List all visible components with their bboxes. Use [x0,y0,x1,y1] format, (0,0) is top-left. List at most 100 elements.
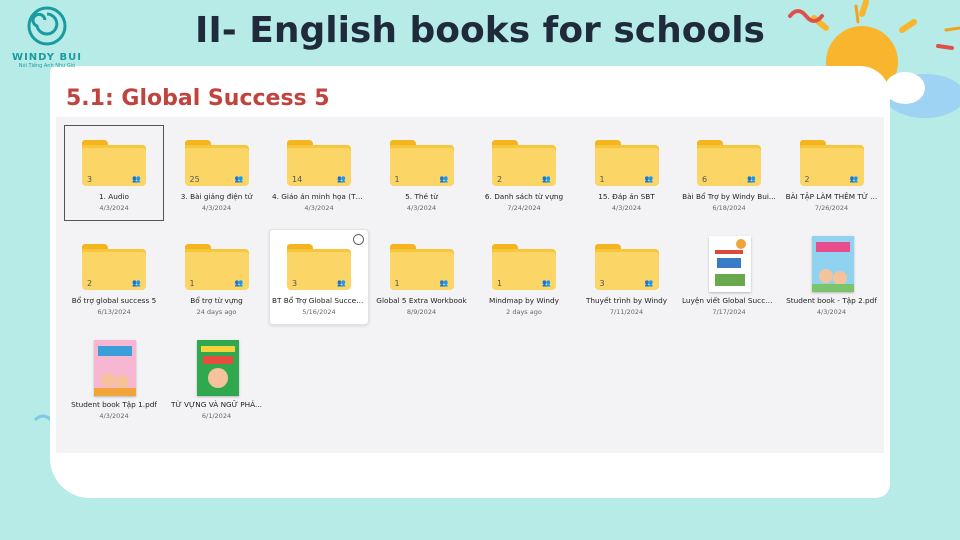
item-count: 1 [189,279,195,288]
item-count: 3 [599,279,605,288]
folder-item[interactable]: 2 👥 Bổ trợ global success 5 6/13/2024 [64,229,164,325]
folder-item[interactable]: 1 👥 15. Đáp án SBT 4/3/2024 [577,125,677,221]
item-date: 5/16/2024 [302,308,336,316]
cloud-icon [885,72,960,118]
item-name: 3. Bài giảng điện tử [180,192,253,201]
item-name: Bài Bổ Trợ by Windy Bui... [682,192,776,201]
shared-icon: 👥 [542,175,551,183]
folder-icon: 1 👥 [389,244,454,290]
item-name: 5. Thẻ từ [405,192,438,201]
item-date: 4/3/2024 [99,412,129,420]
item-date: 2 days ago [506,308,542,316]
folder-icon: 14 👥 [287,140,351,186]
item-date: 4/3/2024 [816,308,847,316]
item-count: 1 [394,279,400,288]
file-thumbnail-icon [811,236,854,292]
file-explorer-pane: 3 👥 1. Audio 4/3/2024 25 👥 3. Bài giảng điện t… [56,117,884,453]
folder-icon: 3 👥 [287,244,351,290]
item-count: 6 [702,175,708,184]
folder-icon: 2 👥 [82,244,146,290]
file-item[interactable]: TỪ VỰNG VÀ NGỮ PHÁ... 6/1/2024 [167,333,267,429]
shared-icon: 👥 [747,175,756,183]
section-subtitle: 5.1: Global Success 5 [66,86,330,111]
brand-tagline: Nói Tiếng Anh Như Gió [18,63,76,69]
folder-item[interactable]: 14 👥 4. Giáo án minh họa (Th... 4/3/2024 [269,125,369,221]
folder-item[interactable]: 25 👥 3. Bài giảng điện tử 4/3/2024 [167,125,267,221]
item-count: 2 [497,175,503,184]
item-count: 2 [804,175,810,184]
item-count: 1 [394,175,400,184]
item-date: 6/13/2024 [97,308,131,316]
folder-item[interactable]: 1 👥 Mindmap by Windy 2 days ago [474,229,574,325]
shared-icon: 👥 [439,279,449,287]
item-count: 1 [497,279,503,288]
item-date: 4/3/2024 [201,204,232,212]
file-thumbnail-icon [196,340,239,396]
folder-item[interactable]: 3 👥 Thuyết trình by Windy 7/11/2024 [577,229,677,325]
folder-icon: 1 👥 [389,140,454,186]
file-item[interactable]: Luyện viết Global Succe... 7/17/2024 [679,229,779,325]
shared-icon: 👥 [234,279,244,287]
item-date: 6/18/2024 [712,204,746,212]
shared-icon: 👥 [542,279,551,287]
item-count: 14 [292,175,303,184]
folder-icon: 2 👥 [492,140,556,186]
item-date: 4/3/2024 [611,204,642,212]
folder-icon: 6 👥 [697,140,761,186]
folder-icon: 3 👥 [82,140,146,186]
item-count: 3 [87,175,93,184]
item-count: 3 [292,279,298,288]
select-checkbox[interactable] [353,234,364,245]
file-item[interactable]: Student book Tập 1.pdf 4/3/2024 [64,333,164,429]
file-thumbnail-icon [709,236,751,292]
item-name: 15. Đáp án SBT [598,192,655,201]
folder-item[interactable]: 3 👥 1. Audio 4/3/2024 [64,125,164,221]
item-date: 6/1/2024 [201,412,232,420]
item-name: BT Bổ Trợ Global Succes... [272,296,366,305]
folder-item[interactable]: 6 👥 Bài Bổ Trợ by Windy Bui... 6/18/2024 [679,125,779,221]
folder-item[interactable]: 2 👥 BÀI TẬP LÀM THÊM TỪ ... 7/26/2024 [782,125,882,221]
shared-icon: 👥 [644,279,654,287]
item-name: 6. Danh sách từ vựng [484,192,564,201]
folder-item[interactable]: 1 👥 5. Thẻ từ 4/3/2024 [372,125,472,221]
file-item[interactable]: Student book - Tập 2.pdf 4/3/2024 [782,229,882,325]
item-name: Global 5 Extra Workbook [376,296,467,305]
item-name: Student book - Tập 2.pdf [786,296,877,305]
folder-icon: 2 👥 [799,140,864,186]
folder-icon: 1 👥 [492,244,556,290]
item-count: 25 [189,175,200,184]
item-name: Student book Tập 1.pdf [71,400,157,409]
item-name: TỪ VỰNG VÀ NGỮ PHÁ... [171,400,262,409]
file-thumbnail-icon [94,340,136,396]
item-date: 8/9/2024 [406,308,437,316]
folder-item[interactable]: 1 👥 Global 5 Extra Workbook 8/9/2024 [372,229,472,325]
folder-icon: 1 👥 [184,244,249,290]
shared-icon: 👥 [849,175,859,183]
item-date: 4/3/2024 [304,204,334,212]
folder-item[interactable]: 1 👥 Bổ trợ từ vựng 24 days ago [167,229,267,325]
shared-icon: 👥 [644,175,654,183]
item-count: 1 [599,175,605,184]
folder-item[interactable]: 2 👥 6. Danh sách từ vựng 7/24/2024 [474,125,574,221]
item-date: 4/3/2024 [406,204,437,212]
item-name: 4. Giáo án minh họa (Th... [272,192,366,201]
item-date: 7/17/2024 [712,308,746,316]
shared-icon: 👥 [439,175,449,183]
item-date: 7/26/2024 [814,204,849,212]
item-name: Mindmap by Windy [488,296,560,305]
shared-icon: 👥 [132,279,141,287]
shared-icon: 👥 [234,175,244,183]
item-name: Thuyết trình by Windy [585,296,668,305]
item-name: Bổ trợ từ vựng [190,296,243,305]
folder-icon: 3 👥 [594,244,659,290]
shared-icon: 👥 [337,279,346,287]
slide-title: II- English books for schools [195,10,765,51]
item-date: 7/24/2024 [507,204,541,212]
folder-icon: 1 👥 [594,140,659,186]
item-count: 2 [87,279,93,288]
folder-item[interactable]: 3 👥 BT Bổ Trợ Global Succes... 5/16/2024 [269,229,369,325]
item-name: 1. Audio [98,192,130,201]
item-name: Luyện viết Global Succe... [682,296,776,305]
item-date: 24 days ago [196,308,237,316]
item-name: BÀI TẬP LÀM THÊM TỪ ... [785,192,878,201]
